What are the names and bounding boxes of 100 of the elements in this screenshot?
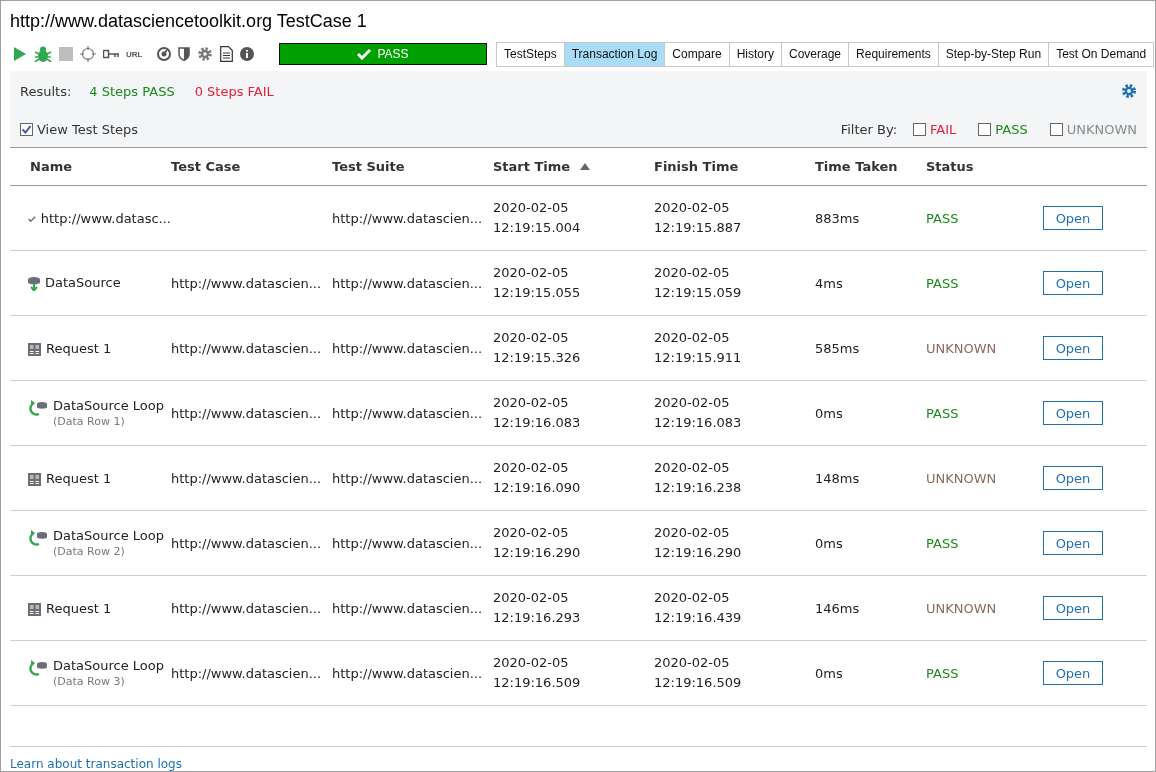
step-name: http://www.datasc...: [40, 210, 171, 226]
table-cell-text: 12:19:16.509: [654, 674, 743, 692]
key-icon[interactable]: [103, 49, 119, 59]
step-name: Request 1: [46, 600, 112, 616]
table-cell-text: 2020-02-05: [493, 329, 570, 347]
table-cell: 0ms: [815, 665, 843, 681]
table-cell: http://www.datascien...: [332, 470, 483, 486]
table-cell-text: 12:19:16.509: [493, 674, 582, 692]
step-name: DataSource Loop: [53, 398, 164, 413]
table-cell: 148ms: [815, 470, 860, 486]
status-text: PASS: [926, 405, 959, 421]
table-cell-text: 12:19:16.290: [493, 544, 582, 562]
status-text: PASS: [926, 535, 959, 551]
step-name: DataSource: [45, 275, 121, 290]
bug-icon[interactable]: [34, 46, 52, 62]
checkbox[interactable]: [1049, 122, 1063, 136]
sort-ascending-icon[interactable]: [580, 163, 591, 170]
column-header[interactable]: Name: [30, 159, 72, 174]
table-cell: http://www.datascien...: [332, 405, 483, 421]
checkbox-label[interactable]: PASS: [995, 121, 1028, 137]
checkbox[interactable]: [913, 122, 926, 136]
table-cell-text: 2020-02-05: [493, 589, 570, 607]
open-button[interactable]: Open: [1043, 336, 1103, 360]
table-cell-text: 12:19:16.090: [493, 479, 582, 497]
table-cell-text: 2020-02-05: [654, 199, 731, 217]
result-text: PASS: [377, 47, 409, 61]
column-header[interactable]: Test Suite: [332, 159, 405, 174]
open-button[interactable]: Open: [1043, 661, 1103, 685]
status-text: UNKNOWN: [926, 470, 997, 486]
table-cell: http://www.datascien...: [171, 665, 322, 681]
step-name: DataSource Loop: [53, 658, 164, 673]
target-icon[interactable]: [80, 46, 96, 62]
table-cell: http://www.datascien...: [332, 535, 483, 551]
table-cell-text: 2020-02-05: [493, 264, 570, 282]
status-text: PASS: [926, 665, 959, 681]
status-text: UNKNOWN: [926, 340, 997, 356]
table-cell-text: 2020-02-05: [493, 524, 570, 542]
table-cell-text: 12:19:16.293: [493, 609, 582, 627]
settings-icon[interactable]: [197, 46, 214, 62]
step-name: DataSource Loop: [53, 528, 164, 543]
table-cell-text: 12:19:15.059: [654, 284, 743, 302]
settings-icon[interactable]: [1121, 83, 1137, 99]
table-cell-text: 2020-02-05: [493, 459, 570, 477]
column-header[interactable]: Test Case: [171, 159, 241, 174]
table-cell: http://www.datascien...: [332, 340, 483, 356]
status-text: PASS: [926, 210, 959, 226]
column-header[interactable]: Start Time: [493, 159, 571, 174]
table-cell-text: 2020-02-05: [493, 394, 570, 412]
gauge-icon[interactable]: [157, 47, 172, 61]
tab[interactable]: Transaction Log: [563, 42, 665, 66]
table-cell: 146ms: [815, 600, 860, 616]
play-icon[interactable]: [13, 47, 27, 61]
checkbox[interactable]: [978, 122, 992, 136]
table-cell: http://www.datascien...: [171, 340, 322, 356]
shield-icon[interactable]: [178, 47, 191, 61]
check-icon: [357, 48, 372, 60]
table-cell: http://www.datascien...: [171, 600, 322, 616]
table-cell-text: 12:19:16.439: [654, 609, 743, 627]
column-header[interactable]: Status: [926, 159, 974, 174]
filter-label: Filter By:: [840, 121, 897, 137]
url-button[interactable]: URL: [126, 49, 143, 59]
open-button[interactable]: Open: [1043, 596, 1103, 620]
table-cell-text: 2020-02-05: [654, 329, 731, 347]
table-cell-text: 2020-02-05: [654, 459, 731, 477]
column-header[interactable]: Time Taken: [815, 159, 898, 174]
table-cell-text: 12:19:15.004: [493, 219, 582, 237]
step-detail: (Data Row 3): [53, 675, 126, 688]
table-cell-text: 12:19:16.083: [654, 414, 743, 432]
open-button[interactable]: Open: [1043, 531, 1103, 555]
open-button[interactable]: Open: [1043, 271, 1103, 295]
step-name: Request 1: [46, 470, 112, 486]
open-button[interactable]: Open: [1043, 206, 1103, 230]
table-cell: http://www.datascien...: [171, 275, 322, 291]
step-name: Request 1: [46, 340, 112, 356]
table-cell-text: 2020-02-05: [493, 199, 570, 217]
table-cell: http://www.datascien...: [332, 210, 483, 226]
table-cell-text: 12:19:15.326: [493, 349, 582, 367]
status-text: PASS: [926, 275, 959, 291]
table-cell-text: 12:19:16.290: [654, 544, 743, 562]
results-count: 4 Steps PASS: [89, 83, 175, 99]
table-cell-text: 12:19:15.055: [493, 284, 582, 302]
step-detail: (Data Row 2): [53, 545, 126, 558]
open-button[interactable]: Open: [1043, 466, 1103, 490]
table-cell: 883ms: [815, 210, 860, 226]
document-icon[interactable]: [220, 46, 234, 62]
table-cell: 585ms: [815, 340, 860, 356]
table-cell: http://www.datascien...: [171, 535, 322, 551]
table-cell-text: 2020-02-05: [654, 654, 731, 672]
table-cell-text: 2020-02-05: [654, 589, 731, 607]
table-cell: http://www.datascien...: [171, 405, 322, 421]
checkbox-label[interactable]: View Test Steps: [37, 121, 139, 137]
help-link[interactable]: Learn about transaction logs: [10, 757, 182, 771]
checkbox[interactable]: [20, 122, 33, 136]
open-button[interactable]: Open: [1043, 401, 1103, 425]
table-cell: http://www.datascien...: [332, 665, 483, 681]
table-cell-text: 2020-02-05: [493, 654, 570, 672]
info-icon[interactable]: [240, 47, 255, 61]
checkbox-label[interactable]: FAIL: [930, 121, 957, 137]
table-cell: http://www.datascien...: [332, 275, 483, 291]
column-header[interactable]: Finish Time: [654, 159, 739, 174]
